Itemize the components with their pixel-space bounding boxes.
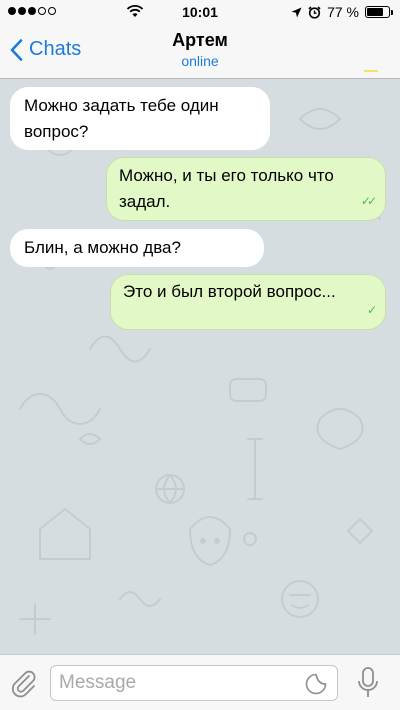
message-field[interactable] [50,665,338,701]
alarm-clock-icon [308,5,321,19]
chat-title[interactable]: Артем online [0,30,400,69]
message-bubble-outgoing[interactable]: Это и был второй вопрос... ✓ [110,274,386,330]
message-text: вопрос? [24,122,89,141]
status-bar: 10:01 77 % [0,0,400,24]
message-text: Можно задать тебе один [24,96,219,115]
sticker-icon[interactable] [305,673,327,695]
battery-percent: 77 % [327,4,359,20]
message-bubble-outgoing[interactable]: Можно, и ты его только что задал. ✓✓ [106,157,386,221]
message-input-bar [0,654,400,710]
check-icon: ✓ [366,303,377,317]
battery-level [367,8,384,16]
message-text: Можно, и ты его только что [119,166,334,185]
battery-icon [365,6,393,18]
message-bubble-incoming[interactable]: Блин, а можно два? [10,229,264,267]
message-text: Это и был второй вопрос... [123,282,336,301]
message-list[interactable]: Можно задать тебе один вопрос? Можно, и … [0,79,400,654]
message-text: Блин, а можно два? [24,238,181,257]
message-bubble-incoming[interactable]: Можно задать тебе один вопрос? [10,87,270,150]
chat-header: Chats Артем online [0,24,400,79]
location-arrow-icon [291,7,302,17]
message-input[interactable] [59,671,299,695]
contact-status: online [181,53,219,69]
contact-name: Артем [172,30,228,50]
message-text: задал. [119,192,171,211]
double-check-icon: ✓✓ [360,194,377,208]
avatar[interactable] [364,70,378,72]
paperclip-icon[interactable] [8,667,40,699]
microphone-icon[interactable] [352,666,384,700]
